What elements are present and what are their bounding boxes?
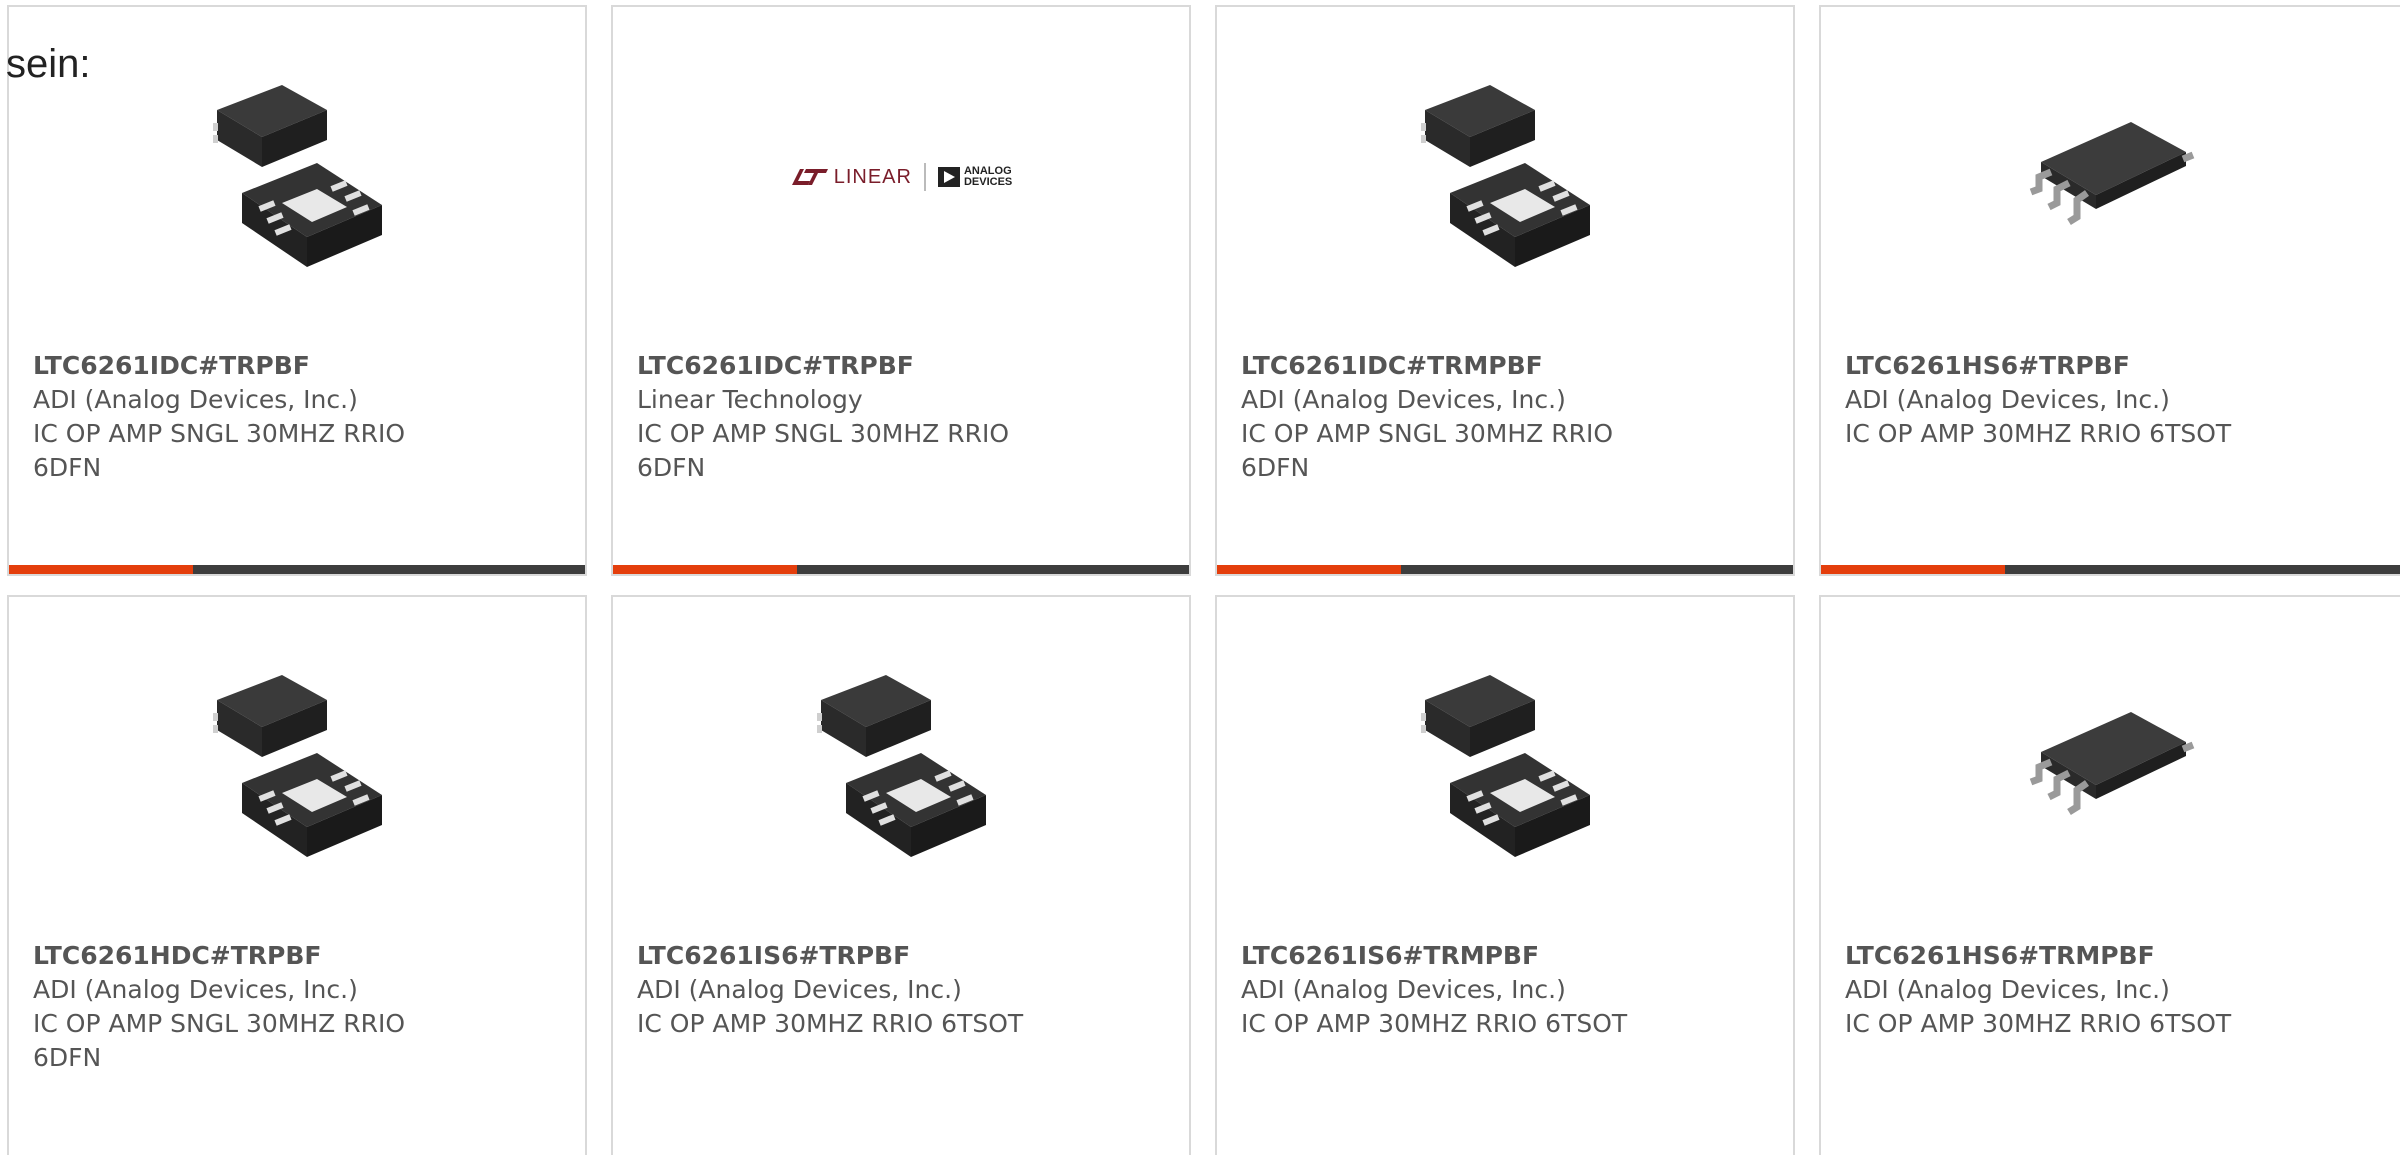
linear-logo-text: LINEAR <box>833 165 912 188</box>
product-info: LTC6261HS6#TRPBF ADI (Analog Devices, In… <box>1845 349 2376 451</box>
product-info: LTC6261HS6#TRMPBF ADI (Analog Devices, I… <box>1845 939 2376 1041</box>
dfn-package-icon <box>9 657 585 877</box>
description-line2: 6DFN <box>33 1043 102 1072</box>
dfn-package-icon <box>1217 67 1793 287</box>
manufacturer: ADI (Analog Devices, Inc.) <box>33 975 358 1004</box>
manufacturer: ADI (Analog Devices, Inc.) <box>1241 975 1566 1004</box>
card-accent-bar <box>1821 565 2005 574</box>
product-card[interactable]: LINEAR ANALOG DEVICES LTC6261IDC#TRPBF L… <box>611 5 1191 576</box>
description-line2: 6DFN <box>1241 453 1310 482</box>
card-bottom-bar <box>1217 565 1793 574</box>
product-card[interactable]: LTC6261HDC#TRPBF ADI (Analog Devices, In… <box>7 595 587 1155</box>
description-line1: IC OP AMP 30MHZ RRIO 6TSOT <box>637 1009 1024 1038</box>
dfn-package-icon <box>9 67 585 287</box>
part-number[interactable]: LTC6261IS6#TRMPBF <box>1241 939 1769 973</box>
dfn-package-icon <box>613 657 1189 877</box>
tsot-package-icon <box>1821 657 2400 877</box>
logo-divider <box>923 163 926 191</box>
card-bottom-bar <box>9 565 585 574</box>
product-card[interactable]: LTC6261IDC#TRMPBF ADI (Analog Devices, I… <box>1215 5 1795 576</box>
part-number[interactable]: LTC6261IDC#TRPBF <box>33 349 561 383</box>
part-number[interactable]: LTC6261IDC#TRPBF <box>637 349 1165 383</box>
part-number[interactable]: LTC6261HS6#TRMPBF <box>1845 939 2376 973</box>
linear-adi-logo: LINEAR ANALOG DEVICES <box>613 67 1189 287</box>
part-number[interactable]: LTC6261IS6#TRPBF <box>637 939 1165 973</box>
description-line1: IC OP AMP SNGL 30MHZ RRIO <box>1241 419 1614 448</box>
description-line1: IC OP AMP 30MHZ RRIO 6TSOT <box>1845 1009 2232 1038</box>
manufacturer: ADI (Analog Devices, Inc.) <box>637 975 962 1004</box>
dfn-package-icon <box>1217 657 1793 877</box>
manufacturer: ADI (Analog Devices, Inc.) <box>1241 385 1566 414</box>
product-info: LTC6261IS6#TRMPBF ADI (Analog Devices, I… <box>1241 939 1769 1041</box>
linear-logo-icon: LINEAR <box>790 165 912 189</box>
manufacturer: Linear Technology <box>637 385 863 414</box>
manufacturer: ADI (Analog Devices, Inc.) <box>1845 975 2170 1004</box>
adi-logo-text-2: DEVICES <box>963 176 1013 188</box>
product-info: LTC6261IDC#TRMPBF ADI (Analog Devices, I… <box>1241 349 1769 485</box>
intro-text: sein: <box>6 42 91 86</box>
card-accent-bar <box>1217 565 1401 574</box>
description-line1: IC OP AMP SNGL 30MHZ RRIO <box>33 419 406 448</box>
manufacturer: ADI (Analog Devices, Inc.) <box>1845 385 2170 414</box>
product-card[interactable]: LTC6261IS6#TRMPBF ADI (Analog Devices, I… <box>1215 595 1795 1155</box>
product-card[interactable]: LTC6261IS6#TRPBF ADI (Analog Devices, In… <box>611 595 1191 1155</box>
part-number[interactable]: LTC6261IDC#TRMPBF <box>1241 349 1769 383</box>
description-line1: IC OP AMP 30MHZ RRIO 6TSOT <box>1845 419 2232 448</box>
card-bottom-bar <box>613 565 1189 574</box>
manufacturer: ADI (Analog Devices, Inc.) <box>33 385 358 414</box>
description-line1: IC OP AMP SNGL 30MHZ RRIO <box>33 1009 406 1038</box>
card-bottom-bar <box>1821 565 2400 574</box>
product-card[interactable]: LTC6261HS6#TRPBF ADI (Analog Devices, In… <box>1819 5 2400 576</box>
tsot-package-icon <box>1821 67 2400 287</box>
description-line1: IC OP AMP 30MHZ RRIO 6TSOT <box>1241 1009 1628 1038</box>
product-info: LTC6261IDC#TRPBF Linear Technology IC OP… <box>637 349 1165 485</box>
part-number[interactable]: LTC6261HS6#TRPBF <box>1845 349 2376 383</box>
product-info: LTC6261IDC#TRPBF ADI (Analog Devices, In… <box>33 349 561 485</box>
product-info: LTC6261IS6#TRPBF ADI (Analog Devices, In… <box>637 939 1165 1041</box>
description-line1: IC OP AMP SNGL 30MHZ RRIO <box>637 419 1010 448</box>
product-card[interactable]: LTC6261IDC#TRPBF ADI (Analog Devices, In… <box>7 5 587 576</box>
card-accent-bar <box>9 565 193 574</box>
adi-logo-icon: ANALOG DEVICES <box>937 166 1013 188</box>
part-number[interactable]: LTC6261HDC#TRPBF <box>33 939 561 973</box>
product-info: LTC6261HDC#TRPBF ADI (Analog Devices, In… <box>33 939 561 1075</box>
card-accent-bar <box>613 565 797 574</box>
product-card[interactable]: LTC6261HS6#TRMPBF ADI (Analog Devices, I… <box>1819 595 2400 1155</box>
description-line2: 6DFN <box>33 453 102 482</box>
description-line2: 6DFN <box>637 453 706 482</box>
